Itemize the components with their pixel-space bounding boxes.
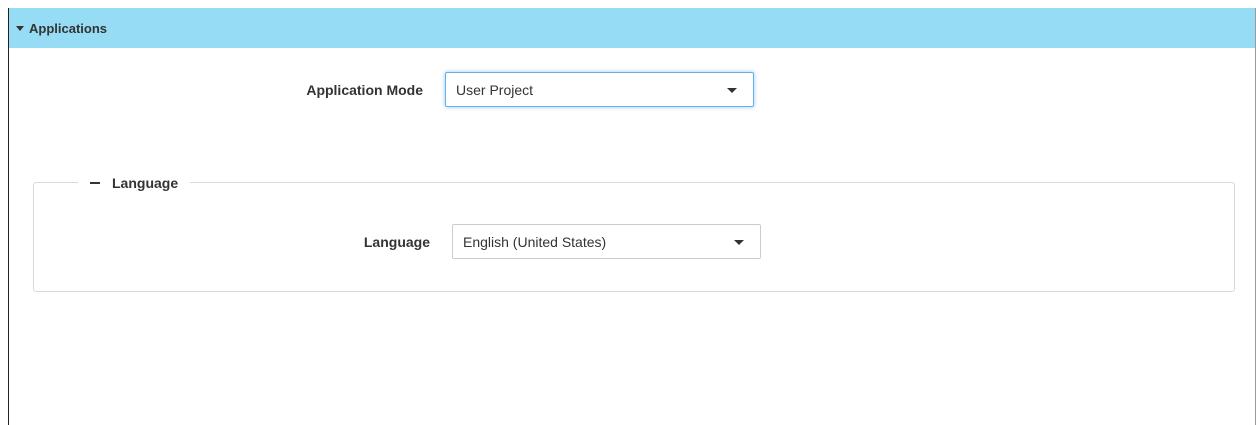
panel-title: Applications [29, 20, 108, 36]
chevron-down-icon [734, 239, 744, 245]
language-value: English (United States) [463, 233, 607, 250]
applications-panel: Applications Application Mode User Proje… [8, 8, 1256, 425]
language-label: Language [363, 234, 430, 250]
application-mode-value: User Project [456, 81, 534, 98]
language-section-legend: Language [112, 175, 179, 191]
language-section-toggle[interactable]: Language [78, 172, 191, 194]
application-mode-select[interactable]: User Project [445, 72, 754, 107]
language-select[interactable]: English (United States) [452, 224, 761, 259]
minus-icon [90, 182, 100, 184]
chevron-down-icon [727, 87, 737, 93]
applications-panel-header[interactable]: Applications [9, 8, 1255, 48]
caret-down-icon [16, 25, 24, 31]
application-mode-label: Application Mode [306, 82, 423, 98]
language-fieldset: Language Language English (United States… [33, 172, 1235, 292]
